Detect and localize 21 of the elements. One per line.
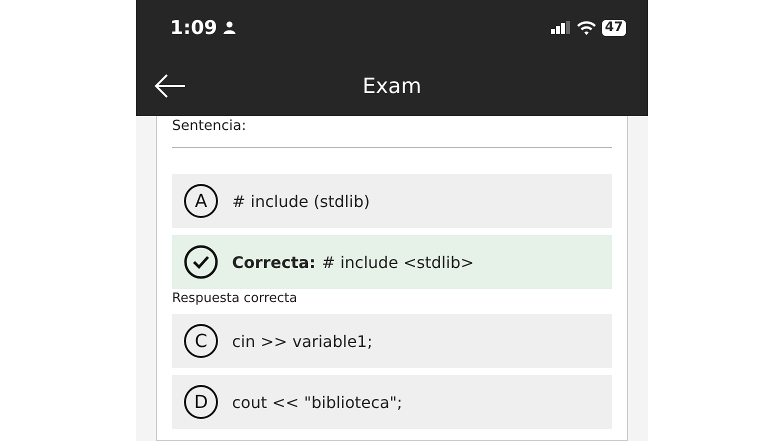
person-icon xyxy=(223,21,236,34)
option-text: cin >> variable1; xyxy=(232,332,372,350)
back-button[interactable] xyxy=(154,72,188,100)
check-circle-icon xyxy=(184,245,218,279)
option-text: cout << "biblioteca"; xyxy=(232,392,402,412)
status-time: 1:09 xyxy=(170,16,218,38)
option-text: Correcta: # include <stdlib> xyxy=(232,252,474,272)
answer-option[interactable]: Correcta: # include <stdlib> xyxy=(172,235,612,289)
answer-option[interactable]: D cout << "biblioteca"; xyxy=(172,375,612,429)
answer-option[interactable]: A # include (stdlib) xyxy=(172,174,612,228)
option-letter: C xyxy=(184,324,218,358)
question-prompt: Sentencia: xyxy=(172,118,246,134)
correct-answer-note: Respuesta correcta xyxy=(172,291,298,306)
header-title: Exam xyxy=(362,74,422,98)
option-text: # include (stdlib) xyxy=(232,192,370,210)
option-letter: D xyxy=(184,385,218,419)
signal-icon xyxy=(550,21,571,34)
option-letter: A xyxy=(184,184,218,218)
answer-option[interactable]: C cin >> variable1; xyxy=(172,314,612,368)
wifi-icon xyxy=(576,20,596,34)
battery-indicator: 47 xyxy=(602,20,626,36)
